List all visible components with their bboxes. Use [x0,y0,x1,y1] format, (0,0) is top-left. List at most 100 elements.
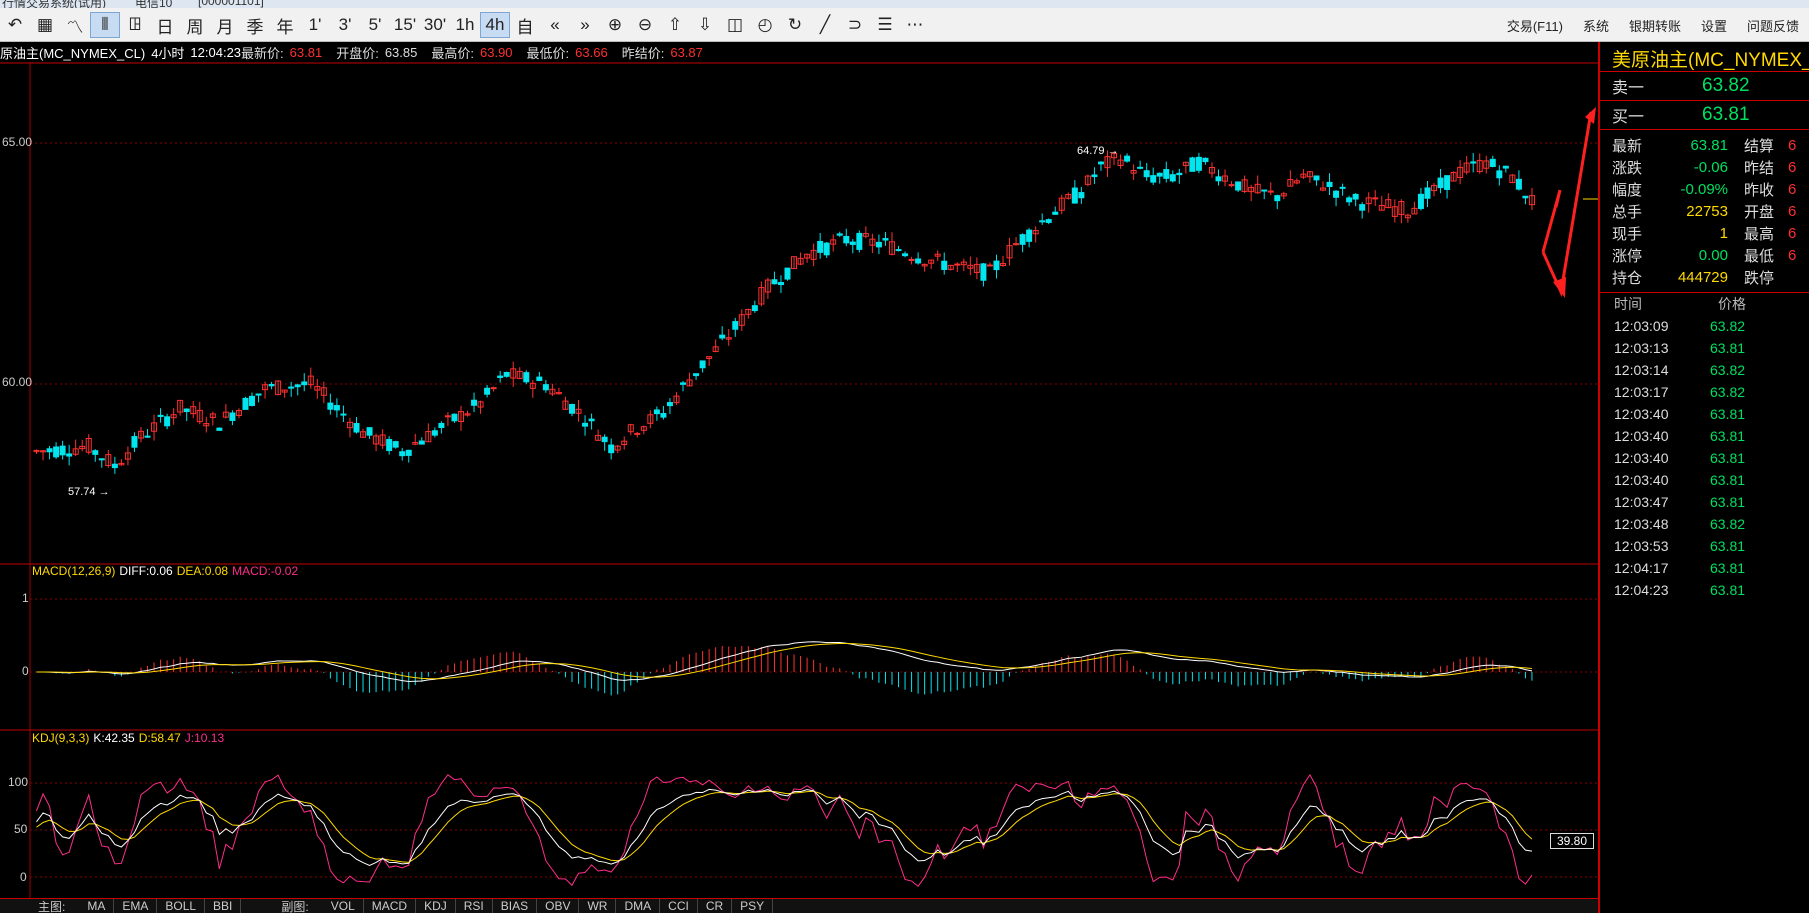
stat-label: 幅度 [1612,181,1643,199]
menu-item-4[interactable]: 问题反馈 [1737,16,1809,35]
candle-body [1437,177,1444,189]
menu-item-0[interactable]: 交易(F11) [1497,16,1573,35]
candle-body [751,305,758,312]
draw-line-icon[interactable]: ╱ [810,12,840,38]
speed-icon[interactable]: ◴ [750,12,780,38]
tick-time: 12:03:40 [1614,472,1669,488]
stat-value: 6 [1788,158,1797,176]
period-1min-button[interactable]: 1' [300,12,330,38]
list-icon[interactable]: ☰ [870,12,900,38]
candle-body [817,240,824,253]
candle-body [1333,190,1340,198]
macd-hist-label: MACD: [232,564,271,578]
candle-body [536,376,543,381]
grid-table-icon[interactable]: ▦ [30,12,60,38]
tab-sub-psy[interactable]: PSY [732,899,774,913]
ticks-header-price: 价格 [1718,296,1746,312]
arrow-down-icon[interactable]: ⇩ [690,12,720,38]
tick-time: 12:03:13 [1614,340,1669,356]
candle-body [908,258,915,261]
period-30min-button[interactable]: 30' [420,12,450,38]
candle-body [1313,175,1320,181]
candle-body [660,413,667,418]
period-tick-button[interactable]: ꖸ [120,12,150,38]
tab-sub-wr[interactable]: WR [579,899,617,913]
tab-sub-kdj[interactable]: KDJ [416,899,456,913]
candle-body [484,387,491,395]
last-price-value: 63.81 [289,44,323,60]
period-month-button[interactable]: 月 [210,12,240,38]
period-season-button[interactable]: 季 [240,12,270,38]
chart-area[interactable]: 64.79 → 57.74 → 65.00 60.00 MACD(12,26,9)… [0,62,1598,898]
back-icon[interactable]: ↶ [0,12,30,38]
refresh-icon[interactable]: ↻ [780,12,810,38]
macd-diff-value: 0.06 [149,564,173,578]
stat-value: 6 [1788,246,1797,264]
tab-sub-macd[interactable]: MACD [364,899,417,913]
period-1h-button[interactable]: 1h [450,12,480,38]
arrow-up-icon[interactable]: ⇧ [660,12,690,38]
last-price-label: 最新价: [241,45,284,61]
more-icon[interactable]: ⋯ [900,12,930,38]
layout-icon[interactable]: ◫ [720,12,750,38]
period-3min-button[interactable]: 3' [330,12,360,38]
tab-main-boll[interactable]: BOLL [157,899,206,913]
kdj-legend: KDJ(9,3,3) K:42.35 D:58.47 J:10.13 [32,731,228,745]
period-label: 4小时 [151,45,185,61]
candle-body [1417,193,1424,209]
scroll-right-icon[interactable]: » [570,12,600,38]
period-week-button[interactable]: 周 [180,12,210,38]
curve-icon[interactable]: ⊃ [840,12,870,38]
tab-main-ma[interactable]: MA [79,899,115,913]
candle-chart-icon[interactable]: ⫴ [90,12,120,38]
scroll-left-icon[interactable]: « [540,12,570,38]
annotation-arrow-up [1541,189,1562,253]
tick-time: 12:04:17 [1614,560,1669,576]
menu-item-3[interactable]: 设置 [1691,16,1737,35]
menu-item-2[interactable]: 银期转账 [1619,16,1691,35]
candle-body [1522,195,1529,199]
period-15min-button[interactable]: 15' [390,12,420,38]
ticks-list[interactable]: 12:03:09 63.82 12:03:13 63.81 12:03:14 63.82 1… [1600,315,1809,601]
tab-main-ema[interactable]: EMA [114,899,158,913]
zoom-in-icon[interactable]: ⊕ [600,12,630,38]
tab-main-bbi[interactable]: BBI [205,899,242,913]
candle-body [895,249,902,252]
tab-sub-dma[interactable]: DMA [616,899,661,913]
period-5min-button[interactable]: 5' [360,12,390,38]
candle-body [1189,157,1196,172]
tab-sub-cci[interactable]: CCI [660,899,698,913]
candle-body [980,263,987,281]
zoom-out-icon[interactable]: ⊖ [630,12,660,38]
period-custom-button[interactable]: 自 [510,12,540,38]
candle-body [111,463,118,469]
candle-body [1078,192,1085,199]
prev-settle-value: 63.87 [670,44,703,60]
tab-sub-rsi[interactable]: RSI [456,899,493,913]
ask-label: 卖一 [1612,80,1645,97]
tab-sub-vol[interactable]: VOL [323,899,364,913]
period-year-button[interactable]: 年 [270,12,300,38]
tick-time: 12:04:23 [1614,582,1669,598]
ask-row[interactable]: 卖一 63.82 [1600,72,1809,101]
bid-row[interactable]: 买一 63.81 [1600,101,1809,130]
kline-chart-canvas[interactable]: 64.79 → 57.74 → [0,62,1598,898]
stat-value: 22753 [1686,202,1728,220]
candle-body [608,444,615,454]
tab-sub-bias[interactable]: BIAS [493,899,538,913]
candle-body [843,235,850,244]
candle-body [1163,169,1170,179]
period-4h-button[interactable]: 4h [480,12,510,38]
stat-row: 幅度 -0.09% 昨收 6 [1600,178,1809,200]
tab-sub-cr[interactable]: CR [698,899,733,913]
menu-item-1[interactable]: 系统 [1573,16,1619,35]
tick-time: 12:03:14 [1614,362,1669,378]
candle-body [823,242,830,256]
period-day-button[interactable]: 日 [150,12,180,38]
candle-body [1176,172,1183,176]
candle-body [875,241,882,248]
macd-dea-value: 0.08 [204,564,229,578]
tab-sub-obv[interactable]: OBV [537,899,580,913]
line-chart-icon[interactable]: 〽 [60,12,90,38]
candle-body [59,445,66,456]
